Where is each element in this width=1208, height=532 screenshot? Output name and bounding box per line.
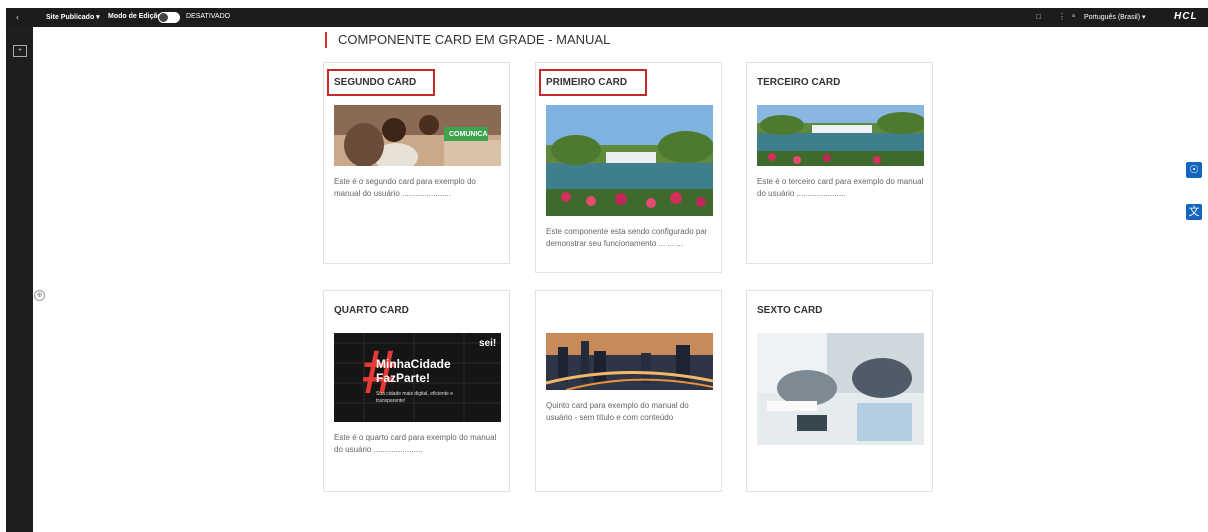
collapse-panel-icon[interactable]: ⊕ [34,290,45,301]
edit-mode-label: Modo de Edição [108,13,162,20]
card-description: Este componente esta sendo configurado p… [546,227,708,248]
language-icon: ᵃ [1072,12,1075,21]
page-icon[interactable]: □ [1036,12,1041,21]
card-image [546,105,713,216]
card-title: TERCEIRO CARD [757,77,841,88]
language-selector[interactable]: Português (Brasil) ▾ [1084,13,1145,21]
edit-mode-state: DESATIVADO [186,13,231,20]
card-image [757,333,924,445]
card-quarto[interactable]: QUARTO CARD # sei! MinhaCidade FazParte!… [323,290,510,492]
sei-logo: sei! [479,338,497,349]
left-sidebar: + [6,27,33,532]
add-page-icon[interactable]: + [13,45,27,57]
banner-line-2: FazParte! [376,371,431,385]
banner-tagline: Sua cidade mais digital, eficiente e tra… [376,391,453,404]
edit-mode-toggle[interactable] [158,12,180,23]
accessibility-icon[interactable]: ☉ [1186,162,1202,178]
card-description: Este é o terceiro card para exemplo do m… [757,177,924,198]
card-description: Este é o segundo card para exemplo do ma… [334,177,476,198]
card-terceiro[interactable]: TERCEIRO CARD Este é o terceiro card par… [746,62,933,264]
more-options-icon[interactable]: ⋮ [1058,12,1066,21]
card-title: QUARTO CARD [334,305,409,316]
card-segundo[interactable]: SEGUNDO CARD COMUNICA Este é o segundo c… [323,62,510,264]
hcl-logo: HCL [1174,11,1198,22]
translate-icon[interactable]: 文 [1186,204,1202,220]
banner-line-1: MinhaCidade [376,357,451,371]
card-title: SEGUNDO CARD [334,77,417,88]
site-published-dropdown[interactable]: Site Publicado ▾ [46,13,100,21]
card-description: Este é o quarto card para exemplo do man… [334,433,497,454]
chevron-left-icon[interactable]: ‹ [16,12,19,22]
card-sexto[interactable]: SEXTO CARD [746,290,933,492]
top-toolbar: ‹ Site Publicado ▾ Modo de Edição DESATI… [6,8,1208,27]
card-image [757,105,924,166]
card-description: Quinto card para exemplo do manual do us… [546,401,689,422]
card-primeiro[interactable]: PRIMEIRO CARD Este componente esta sendo… [535,62,722,273]
card-title: SEXTO CARD [757,305,823,316]
card-title: PRIMEIRO CARD [546,77,628,88]
card-image [546,333,713,390]
card-quinto[interactable]: Quinto card para exemplo do manual do us… [535,290,722,492]
page-heading: COMPONENTE CARD EM GRADE - MANUAL [325,32,610,48]
comunica-badge: COMUNICA [449,131,488,138]
